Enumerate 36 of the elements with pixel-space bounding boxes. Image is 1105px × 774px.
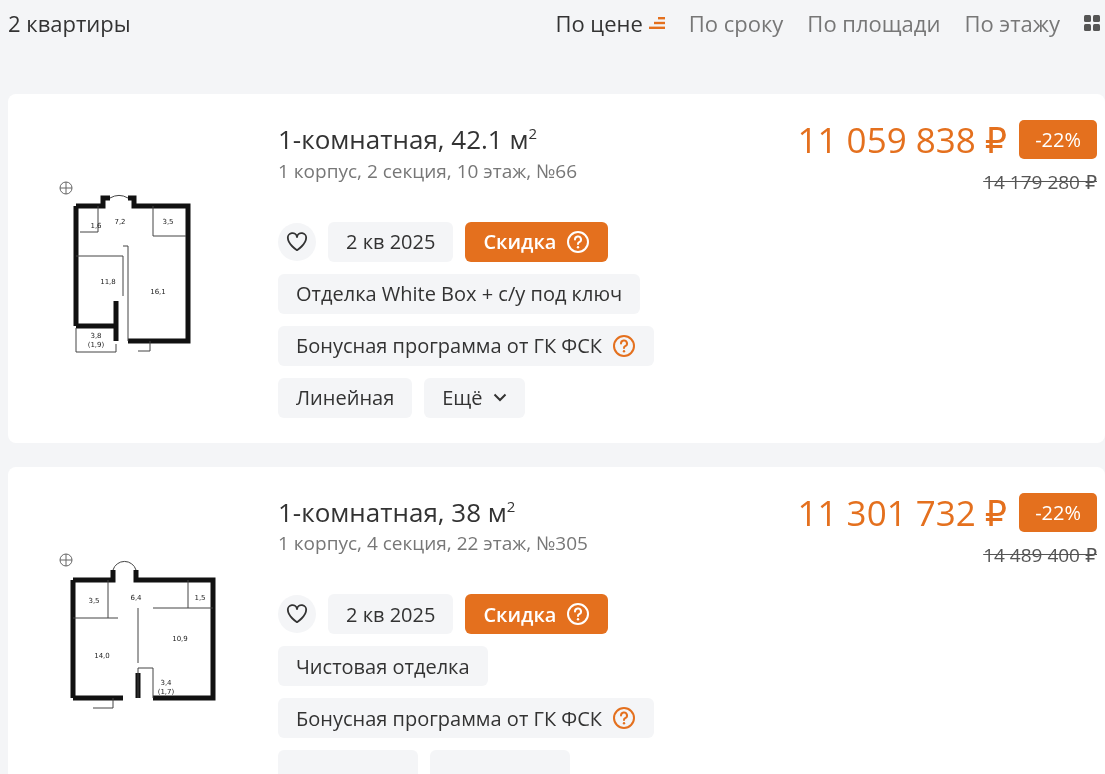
price: 11 301 732 ₽ [797, 488, 1008, 536]
feature-label: Бонусная программа от ГК ФСК [296, 704, 602, 732]
discount-badge: -22% [1019, 120, 1097, 159]
heart-icon [286, 604, 308, 625]
compass-icon [59, 181, 73, 195]
price: 11 059 838 ₽ [797, 116, 1008, 163]
feature-tag: Отделка White Box + с/у под ключ [278, 273, 641, 314]
sort-icon [648, 17, 665, 29]
feature-label: Бонусная программа от ГК ФСК [296, 332, 602, 360]
listing-count: 2 квартиры [8, 8, 131, 38]
grid-view-icon[interactable] [1084, 15, 1100, 31]
heart-icon [286, 231, 308, 252]
delivery-date-tag: 2 кв 2025 [328, 221, 454, 262]
apartment-title[interactable]: 1-комнатная, 42.1 м$^{2}$ [278, 116, 788, 156]
sort-option[interactable]: По площади [807, 8, 941, 38]
help-icon[interactable] [612, 706, 636, 731]
sort-option[interactable]: По этажу [964, 8, 1060, 38]
feature-tag: Чистовая отделка [278, 646, 488, 687]
feature-tag: Линейная [278, 377, 413, 418]
chevron-down-icon [492, 393, 507, 403]
discount-badge: -22% [1019, 492, 1097, 532]
favorite-button[interactable] [278, 595, 316, 634]
old-price: 14 489 400 ₽ [983, 541, 1097, 568]
sort-option[interactable]: По сроку [688, 8, 784, 38]
delivery-date-tag: 2 кв 2025 [328, 594, 454, 635]
compass-icon [59, 554, 73, 567]
help-icon[interactable] [612, 333, 636, 358]
apartment-title[interactable]: 1-комнатная, 38 м$^{2}$ [278, 488, 788, 529]
discount-label: Скидка [483, 600, 557, 628]
apartment-location: 1 корпус, 2 секция, 10 этаж, №66 [278, 157, 579, 184]
old-price: 14 179 280 ₽ [983, 169, 1097, 195]
favorite-button[interactable] [278, 222, 316, 261]
sort-option[interactable]: По цене [555, 8, 665, 38]
more-button[interactable]: Ещё [424, 377, 525, 418]
apartment-location: 1 корпус, 4 секция, 22 этаж, №305 [278, 530, 589, 557]
discount-label: Скидка [483, 228, 557, 256]
